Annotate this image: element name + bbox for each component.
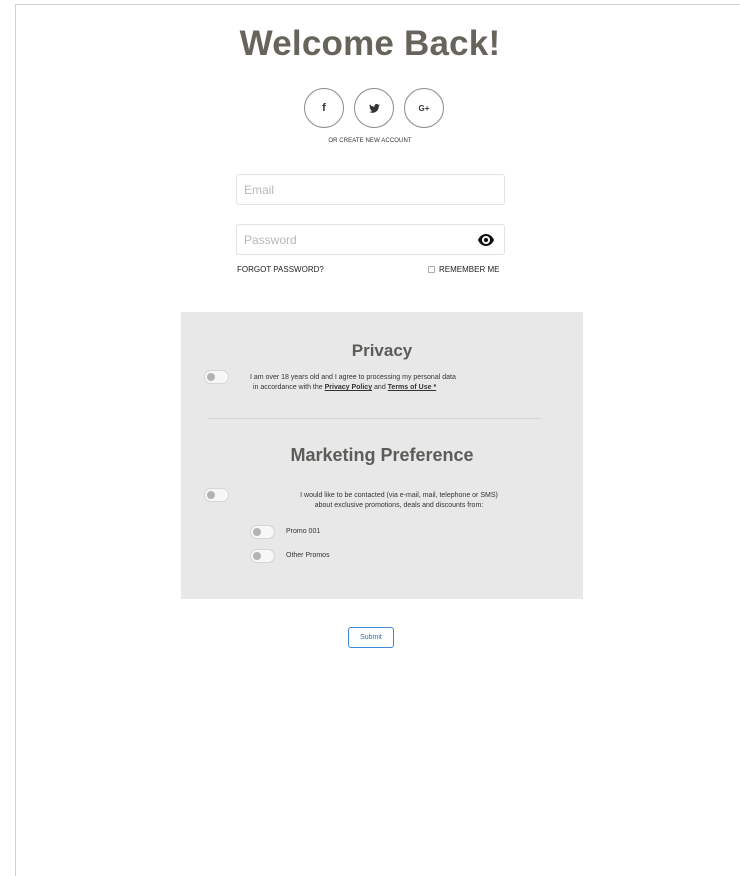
twitter-icon: [368, 103, 380, 113]
privacy-consent-text: I am over 18 years old and I agree to pr…: [250, 373, 540, 393]
promo-001-label: Promo 001: [286, 528, 321, 535]
social-login-row: f G+: [304, 88, 454, 128]
eye-icon[interactable]: [478, 233, 494, 247]
promo-001-toggle[interactable]: [250, 525, 275, 539]
consent-panel: Privacy I am over 18 years old and I agr…: [181, 312, 583, 599]
password-field[interactable]: Password: [236, 224, 505, 255]
toggle-knob: [207, 373, 215, 381]
remember-me-label: REMEMBER ME: [439, 265, 500, 274]
email-placeholder: Email: [244, 182, 275, 197]
page-title: Welcome Back!: [239, 24, 501, 63]
submit-button[interactable]: Submit: [348, 627, 394, 648]
remember-me[interactable]: REMEMBER ME: [428, 265, 499, 274]
marketing-toggle[interactable]: [204, 488, 229, 502]
create-account-link[interactable]: OR CREATE NEW ACCOUNT: [0, 138, 740, 144]
privacy-policy-link[interactable]: Privacy Policy: [325, 384, 372, 391]
privacy-toggle[interactable]: [204, 370, 229, 384]
twitter-login-button[interactable]: [354, 88, 394, 128]
remember-me-checkbox[interactable]: [428, 266, 435, 273]
password-placeholder: Password: [244, 232, 297, 247]
toggle-knob: [207, 491, 215, 499]
toggle-knob: [253, 528, 261, 536]
marketing-text-line1: I would like to be contacted (via e-mail…: [300, 492, 498, 499]
section-divider: [208, 418, 541, 419]
google-plus-login-button[interactable]: G+: [404, 88, 444, 128]
email-field[interactable]: Email: [236, 174, 505, 205]
marketing-title: Marketing Preference: [290, 445, 474, 465]
facebook-login-button[interactable]: f: [304, 88, 344, 128]
marketing-consent-text: I would like to be contacted (via e-mail…: [254, 491, 544, 511]
privacy-title: Privacy: [351, 341, 413, 360]
privacy-text-line1: I am over 18 years old and I agree to pr…: [250, 374, 456, 381]
terms-of-use-link[interactable]: Terms of Use *: [388, 384, 437, 391]
privacy-text-and: and: [372, 384, 388, 391]
marketing-text-line2: about exclusive promotions, deals and di…: [314, 502, 484, 509]
toggle-knob: [253, 552, 261, 560]
google-plus-icon: G+: [418, 103, 430, 113]
other-promos-label: Other Promos: [286, 552, 330, 559]
privacy-text-line2: in accordance with the Privacy Policy an…: [250, 383, 540, 393]
other-promos-toggle[interactable]: [250, 549, 275, 563]
facebook-icon: f: [322, 102, 326, 114]
forgot-password-link[interactable]: FORGOT PASSWORD?: [237, 265, 324, 274]
privacy-text-prefix: in accordance with the: [253, 384, 325, 391]
